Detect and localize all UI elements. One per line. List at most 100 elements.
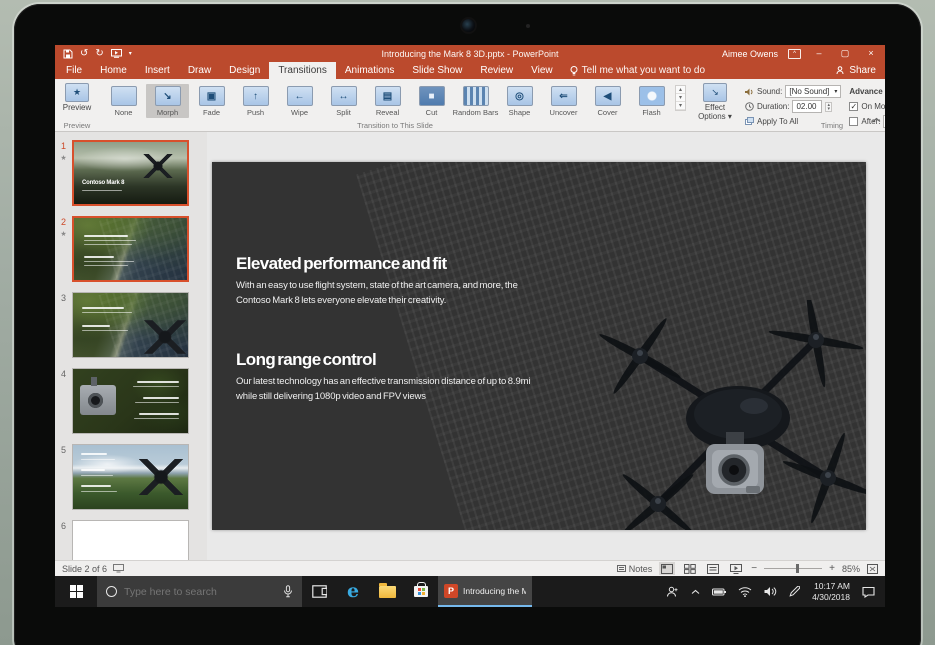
tab-insert[interactable]: Insert [136, 62, 179, 79]
transition-uncover[interactable]: ⇐Uncover [542, 84, 585, 118]
lightbulb-icon [570, 66, 578, 76]
transition-morph[interactable]: ↘Morph [146, 84, 189, 118]
wifi-icon[interactable] [738, 586, 752, 597]
file-explorer-button[interactable] [370, 576, 404, 607]
thumbnail-slide-1[interactable]: 1★ Contoso Mark 8 [55, 140, 207, 206]
zoom-slider[interactable] [764, 568, 822, 569]
fit-slide-to-window-icon[interactable] [867, 564, 878, 574]
share-button[interactable]: Share [836, 62, 885, 79]
undo-icon[interactable]: ↺ [80, 49, 88, 59]
tab-animations[interactable]: Animations [336, 62, 403, 79]
slide1-title: Contoso Mark 8 [82, 180, 124, 186]
tab-slide-show[interactable]: Slide Show [403, 62, 471, 79]
notes-icon [617, 564, 626, 573]
transition-push[interactable]: ↑Push [234, 84, 277, 118]
thumbnail-image-4 [72, 368, 189, 434]
qat-customize-icon[interactable]: ▾ [129, 49, 132, 59]
microsoft-store-button[interactable] [404, 576, 438, 607]
microphone-icon[interactable] [283, 585, 293, 598]
slide-body-1: With an easy to use flight system, state… [236, 279, 551, 308]
search-input[interactable] [124, 586, 254, 598]
thumbnail-image-1: Contoso Mark 8 [72, 140, 189, 206]
preview-icon: ★ [65, 83, 89, 102]
slide-canvas[interactable]: Elevated performance and fit With an eas… [212, 162, 866, 530]
transition-reveal[interactable]: ▤Reveal [366, 84, 409, 118]
thumbnail-slide-6[interactable]: 6 [55, 520, 207, 560]
transition-none[interactable]: None [102, 84, 145, 118]
tab-design[interactable]: Design [220, 62, 269, 79]
transition-cover[interactable]: ◀Cover [586, 84, 629, 118]
signed-in-user[interactable]: Aimee Owens [722, 49, 778, 59]
slide-show-view-button[interactable] [728, 562, 744, 575]
tray-expand-chevron-icon[interactable] [691, 589, 700, 595]
drone-silhouette [141, 320, 189, 354]
tab-view[interactable]: View [522, 62, 562, 79]
tab-home[interactable]: Home [91, 62, 136, 79]
reading-view-button[interactable] [705, 562, 721, 575]
transition-fade[interactable]: ▣Fade [190, 84, 233, 118]
thumbnail-slide-3[interactable]: 3 [55, 292, 207, 358]
thumbnail-slide-2[interactable]: 2★ [55, 216, 207, 282]
pen-icon[interactable] [789, 586, 800, 597]
close-button[interactable]: × [863, 46, 879, 61]
volume-icon[interactable] [764, 586, 777, 597]
sound-select[interactable]: [No Sound]▾ [785, 85, 841, 98]
slide-sorter-view-button[interactable] [682, 562, 698, 575]
gallery-scrollbar[interactable]: ▴ ▾ ▾ [675, 85, 686, 111]
duration-spinner[interactable]: ▴▾ [825, 102, 832, 112]
share-person-icon [836, 66, 845, 75]
slide-indicator: Slide 2 of 6 [62, 564, 107, 574]
slide-text-block-1[interactable]: Elevated performance and fit With an eas… [236, 254, 566, 308]
effect-options-button[interactable]: ↘ Effect Options ▾ [694, 82, 736, 122]
duration-input[interactable]: 02.00 [792, 100, 822, 113]
tab-draw[interactable]: Draw [179, 62, 220, 79]
save-icon[interactable] [63, 49, 73, 59]
clock-date: 4/30/2018 [812, 592, 850, 603]
transition-wipe[interactable]: ←Wipe [278, 84, 321, 118]
tab-review[interactable]: Review [471, 62, 522, 79]
taskbar-search[interactable] [97, 576, 302, 607]
transition-cut[interactable]: ■Cut [410, 84, 453, 118]
collapse-ribbon-button[interactable] [872, 110, 881, 128]
slide-editor-area: Elevated performance and fit With an eas… [207, 132, 885, 560]
slide-body-2: Our latest technology has an effective t… [236, 375, 551, 404]
transition-gallery-group: None ↘Morph ▣Fade ↑Push ←Wipe ↔Split ▤Re… [99, 79, 691, 131]
redo-icon[interactable]: ↻ [95, 49, 103, 59]
taskbar-clock[interactable]: 10:17 AM 4/30/2018 [812, 581, 850, 602]
tab-transitions[interactable]: Transitions [269, 62, 336, 79]
slide-heading-1: Elevated performance and fit [236, 254, 566, 274]
maximize-button[interactable]: ▢ [837, 46, 853, 61]
zoom-out-button[interactable]: − [751, 563, 757, 574]
transition-split[interactable]: ↔Split [322, 84, 365, 118]
thumbnail-slide-4[interactable]: 4 [55, 368, 207, 434]
zoom-slider-thumb[interactable] [796, 564, 799, 573]
start-button[interactable] [55, 576, 97, 607]
edge-browser-button[interactable]: e [336, 576, 370, 607]
task-view-button[interactable] [302, 576, 336, 607]
thumbnail-slide-5[interactable]: 5 [55, 444, 207, 510]
transition-random-bars[interactable]: Random Bars [454, 84, 497, 118]
zoom-in-button[interactable]: + [829, 563, 835, 574]
transition-shape[interactable]: ◎Shape [498, 84, 541, 118]
drone-silhouette [136, 459, 187, 495]
ribbon-display-options-icon[interactable]: ^ [788, 49, 801, 59]
store-bag-icon [414, 586, 428, 597]
task-view-icon [312, 585, 327, 598]
tell-me-box[interactable]: Tell me what you want to do [562, 62, 713, 79]
transition-flash[interactable]: Flash [630, 84, 673, 118]
action-center-icon[interactable] [862, 586, 875, 598]
preview-button[interactable]: ★ Preview [58, 82, 96, 113]
gallery-more-icon: ▾ [676, 102, 685, 110]
people-icon[interactable] [666, 586, 679, 598]
normal-view-button[interactable] [659, 562, 675, 575]
start-from-beginning-icon[interactable] [111, 49, 122, 58]
slide-thumbnail-panel: 1★ Contoso Mark 8 2★ [55, 132, 207, 560]
notes-button[interactable]: Notes [617, 564, 653, 574]
powerpoint-taskbar-button[interactable]: P Introducing the Ma... [438, 576, 532, 607]
battery-icon[interactable] [712, 588, 726, 596]
tab-file[interactable]: File [57, 62, 91, 79]
zoom-percentage[interactable]: 85% [842, 564, 860, 574]
minimize-button[interactable]: – [811, 46, 827, 61]
display-status-icon[interactable] [113, 564, 124, 573]
slide-text-block-2[interactable]: Long range control Our latest technology… [236, 350, 566, 404]
